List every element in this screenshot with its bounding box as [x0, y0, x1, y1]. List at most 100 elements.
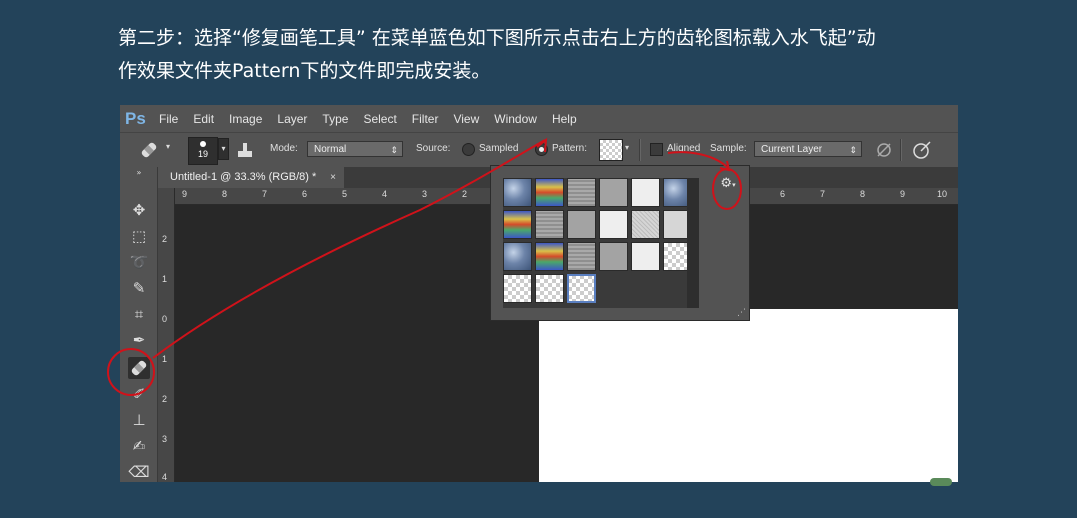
pattern-swatch[interactable] — [631, 178, 660, 207]
marquee-tool-icon[interactable]: ⬚ — [128, 225, 150, 247]
pattern-swatch[interactable] — [503, 242, 532, 271]
pattern-swatch[interactable] — [535, 274, 564, 303]
menu-layer[interactable]: Layer — [277, 112, 307, 126]
eraser-tool-icon[interactable]: ⌫ — [128, 461, 150, 482]
document-canvas[interactable] — [539, 309, 958, 482]
source-sampled-radio[interactable] — [462, 143, 475, 156]
ruler-label: 0 — [162, 314, 168, 324]
tab-close-icon[interactable]: × — [330, 167, 336, 188]
pattern-swatch[interactable] — [599, 242, 628, 271]
menu-select[interactable]: Select — [363, 112, 396, 126]
mode-select[interactable]: Normal — [307, 141, 403, 158]
pressure-size-icon[interactable] — [912, 140, 932, 160]
lasso-tool-icon[interactable]: ➰ — [128, 251, 150, 273]
sample-label: Sample: — [710, 143, 747, 154]
mode-select-value: Normal — [314, 144, 347, 155]
pattern-swatch[interactable] — [503, 178, 532, 207]
ruler-label: 6 — [780, 189, 786, 199]
site-logo — [930, 478, 952, 486]
document-tab-title: Untitled-1 @ 33.3% (RGB/8) * — [170, 171, 317, 183]
photoshop-window: Ps File Edit Image Layer Type Select Fil… — [120, 105, 958, 482]
options-separator — [639, 139, 641, 161]
options-separator-2 — [900, 139, 902, 161]
ruler-label: 5 — [342, 189, 348, 199]
move-tool-icon[interactable]: ✥ — [128, 199, 150, 221]
menu-help[interactable]: Help — [552, 112, 577, 126]
brush-tool-icon[interactable]: ✐ — [128, 383, 150, 405]
brush-size-picker[interactable]: 19 — [188, 137, 218, 165]
healing-brush-icon[interactable] — [138, 140, 160, 158]
pattern-swatch-button[interactable] — [599, 139, 623, 161]
pattern-swatch[interactable] — [567, 178, 596, 207]
source-pattern-radio[interactable] — [535, 143, 548, 156]
pattern-swatch[interactable] — [535, 242, 564, 271]
pattern-swatch[interactable] — [503, 274, 532, 303]
menu-window[interactable]: Window — [494, 112, 537, 126]
source-sampled-label: Sampled — [479, 143, 519, 154]
ruler-label: 4 — [382, 189, 388, 199]
sample-select[interactable]: Current Layer — [754, 141, 862, 158]
pattern-dropdown-icon[interactable]: ▾ — [625, 143, 629, 152]
eyedropper-tool-icon[interactable]: ✒ — [128, 329, 150, 351]
pattern-grid-scrollbar[interactable] — [687, 178, 699, 308]
pattern-grid — [503, 178, 699, 308]
ruler-label: 7 — [820, 189, 826, 199]
ruler-label: 1 — [162, 354, 168, 364]
brush-panel-icon[interactable] — [236, 141, 254, 159]
panel-collapse-icon[interactable]: » — [128, 167, 150, 179]
instruction-line-1: 第二步：选择“修复画笔工具” 在菜单蓝色如下图所示点击右上方的齿轮图标载入水飞起… — [118, 27, 876, 49]
aligned-checkbox[interactable] — [650, 143, 663, 156]
pattern-picker-popup: ⚙▾ ⋰ — [490, 165, 750, 321]
menu-edit[interactable]: Edit — [193, 112, 214, 126]
ruler-label: 2 — [162, 394, 168, 404]
instruction-line-2: 作效果文件夹Pattern下的文件即完成安装。 — [118, 60, 491, 82]
ruler-label: 9 — [182, 189, 188, 199]
ruler-label: 7 — [262, 189, 268, 199]
crop-tool-icon[interactable]: ⌗ — [128, 303, 150, 325]
aligned-label: Aligned — [667, 143, 701, 154]
pattern-swatch[interactable] — [567, 210, 596, 239]
pattern-swatch[interactable] — [535, 210, 564, 239]
sample-select-value: Current Layer — [761, 144, 823, 155]
pattern-swatch[interactable] — [535, 178, 564, 207]
ruler-label: 8 — [860, 189, 866, 199]
ruler-label: 3 — [422, 189, 428, 199]
pattern-swatch-selected[interactable] — [567, 274, 596, 303]
ruler-label: 2 — [162, 234, 168, 244]
ruler-label: 8 — [222, 189, 228, 199]
pattern-swatch[interactable] — [567, 242, 596, 271]
pattern-swatch[interactable] — [599, 178, 628, 207]
menu-image[interactable]: Image — [229, 112, 262, 126]
menu-filter[interactable]: Filter — [412, 112, 439, 126]
ignore-adjustment-layers-icon[interactable] — [875, 141, 893, 159]
menu-view[interactable]: View — [453, 112, 479, 126]
menu-file[interactable]: File — [159, 112, 178, 126]
ruler-label: 10 — [937, 189, 948, 199]
brush-dot-icon — [200, 141, 206, 147]
instruction-text: 第二步：选择“修复画笔工具” 在菜单蓝色如下图所示点击右上方的齿轮图标载入水飞起… — [118, 22, 968, 88]
pattern-swatch[interactable] — [599, 210, 628, 239]
clone-stamp-tool-icon[interactable]: ⊥ — [128, 409, 150, 431]
photoshop-logo: Ps — [125, 108, 146, 128]
healing-brush-tool-icon[interactable] — [128, 357, 150, 379]
brush-dropdown-icon[interactable]: ▾ — [218, 138, 229, 160]
document-tab[interactable]: Untitled-1 @ 33.3% (RGB/8) * × — [158, 167, 344, 188]
menu-type[interactable]: Type — [322, 112, 348, 126]
ruler-label: 1 — [162, 274, 168, 284]
pattern-swatch[interactable] — [631, 242, 660, 271]
ruler-label: 4 — [162, 472, 168, 482]
pattern-swatch[interactable] — [631, 210, 660, 239]
source-pattern-label: Pattern: — [552, 143, 588, 154]
menu-bar: Ps File Edit Image Layer Type Select Fil… — [120, 105, 958, 132]
tools-panel: » ✥ ⬚ ➰ ✎ ⌗ ✒ ✐ ⊥ ✍ ⌫ — [120, 167, 158, 482]
ruler-vertical: 2 1 0 1 2 3 4 — [158, 188, 175, 482]
history-brush-tool-icon[interactable]: ✍ — [128, 435, 150, 457]
source-label: Source: — [416, 143, 451, 154]
resize-grip-icon[interactable]: ⋰ — [737, 308, 746, 318]
pattern-swatch[interactable] — [503, 210, 532, 239]
tool-preset-dropdown-icon[interactable]: ▾ — [166, 142, 170, 151]
gear-icon[interactable]: ⚙▾ — [719, 176, 737, 192]
quick-select-tool-icon[interactable]: ✎ — [128, 277, 150, 299]
ruler-label: 2 — [462, 189, 468, 199]
ruler-label: 6 — [302, 189, 308, 199]
